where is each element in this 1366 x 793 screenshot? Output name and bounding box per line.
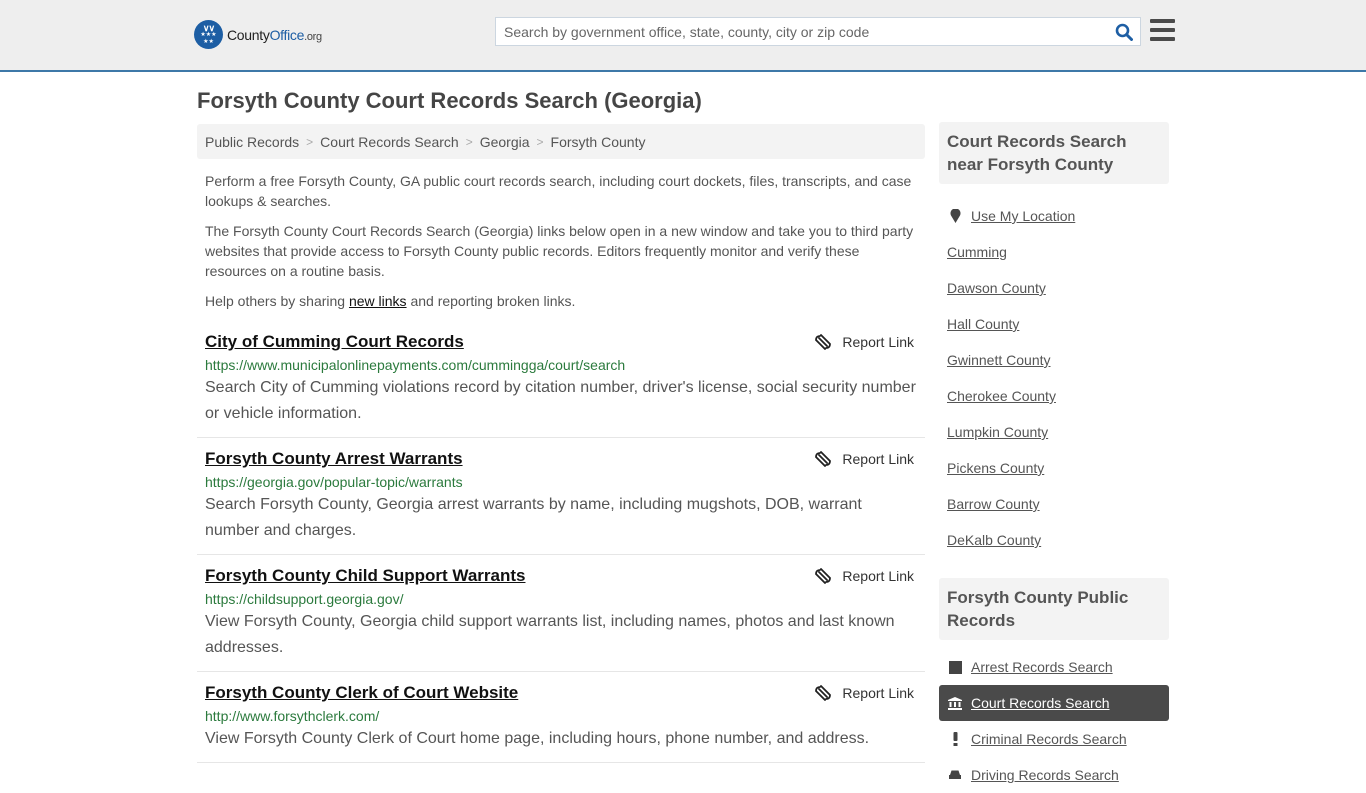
sidebar-item-label[interactable]: Driving Records Search (971, 767, 1119, 783)
menu-bar (1150, 37, 1175, 41)
result-title-link[interactable]: Forsyth County Child Support Warrants (205, 565, 525, 587)
exclamation-icon (947, 732, 963, 746)
sidebar-item-driving-records[interactable]: Driving Records Search (939, 757, 1169, 793)
nearby-item-label[interactable]: Lumpkin County (947, 424, 1048, 440)
intro-paragraph-1: Perform a free Forsyth County, GA public… (205, 173, 912, 209)
sidebar-item-label[interactable]: Criminal Records Search (971, 731, 1127, 747)
nearby-item-dekalb-county[interactable]: DeKalb County (939, 522, 1169, 558)
nearby-item-label[interactable]: DeKalb County (947, 532, 1041, 548)
broken-link-icon (815, 334, 832, 350)
logo-text-office: Office (269, 26, 305, 43)
map-marker-icon (947, 209, 963, 223)
sidebar-item-arrest-records[interactable]: Arrest Records Search (939, 649, 1169, 685)
result-description: View Forsyth County, Georgia child suppo… (205, 613, 895, 656)
nearby-item-label[interactable]: Pickens County (947, 460, 1044, 476)
square-icon (947, 660, 963, 674)
sidebar-item-label[interactable]: Arrest Records Search (971, 659, 1113, 675)
sidebar: Court Records Search near Forsyth County… (939, 122, 1169, 793)
result-url: http://www.forsythclerk.com/ (205, 708, 380, 724)
public-records-list: Arrest Records Search Court Records Sear… (939, 649, 1169, 793)
report-link-button[interactable]: Report Link (815, 334, 914, 350)
page-title: Forsyth County Court Records Search (Geo… (197, 88, 702, 113)
report-link-label: Report Link (842, 451, 914, 467)
result-description: Search Forsyth County, Georgia arrest wa… (205, 496, 862, 539)
logo-text-county: County (227, 26, 270, 43)
nearby-item-label[interactable]: Dawson County (947, 280, 1046, 296)
result-url: https://georgia.gov/popular-topic/warran… (205, 474, 463, 490)
nearby-item-label[interactable]: Gwinnett County (947, 352, 1051, 368)
nearby-item-label[interactable]: Cumming (947, 244, 1007, 260)
intro-text: Perform a free Forsyth County, GA public… (197, 171, 925, 311)
sidebar-item-label[interactable]: Court Records Search (971, 695, 1110, 711)
site-logo[interactable]: ∨∨ ★★★ ★★ CountyOffice.org (194, 20, 322, 49)
result-item: Forsyth County Child Support Warrants Re… (197, 555, 925, 672)
nearby-item-gwinnett-county[interactable]: Gwinnett County (939, 342, 1169, 378)
breadcrumb-court-records-search[interactable]: Court Records Search (320, 134, 459, 150)
logo-wordmark: CountyOffice.org (227, 27, 322, 43)
result-title-link[interactable]: Forsyth County Clerk of Court Website (205, 682, 518, 704)
search-button[interactable] (1108, 18, 1140, 45)
nearby-item-cherokee-county[interactable]: Cherokee County (939, 378, 1169, 414)
report-link-label: Report Link (842, 685, 914, 701)
nearby-item-barrow-county[interactable]: Barrow County (939, 486, 1169, 522)
site-header: ∨∨ ★★★ ★★ CountyOffice.org (0, 0, 1366, 72)
report-link-label: Report Link (842, 334, 914, 350)
main-content: Public Records > Court Records Search > … (197, 124, 925, 763)
report-link-label: Report Link (842, 568, 914, 584)
result-item: Forsyth County Arrest Warrants Report Li… (197, 438, 925, 555)
intro-paragraph-2: The Forsyth County Court Records Search … (205, 223, 914, 279)
search-icon (1115, 23, 1133, 41)
eagle-emblem-icon: ∨∨ ★★★ ★★ (194, 20, 223, 49)
result-url: https://childsupport.georgia.gov/ (205, 591, 404, 607)
public-records-heading: Forsyth County Public Records (939, 578, 1169, 640)
nearby-item-label[interactable]: Barrow County (947, 496, 1040, 512)
result-title-link[interactable]: City of Cumming Court Records (205, 331, 464, 353)
breadcrumb: Public Records > Court Records Search > … (197, 124, 925, 159)
result-item: Forsyth County Clerk of Court Website Re… (197, 672, 925, 763)
broken-link-icon (815, 451, 832, 467)
breadcrumb-separator: > (306, 134, 314, 149)
breadcrumb-public-records[interactable]: Public Records (205, 134, 299, 150)
nearby-item-label[interactable]: Cherokee County (947, 388, 1056, 404)
intro-text-before: Help others by sharing (205, 293, 349, 309)
result-url: https://www.municipalonlinepayments.com/… (205, 357, 626, 373)
nearby-heading: Court Records Search near Forsyth County (939, 122, 1169, 184)
intro-text-after: and reporting broken links. (406, 293, 576, 309)
menu-bar (1150, 28, 1175, 32)
nearby-item-cumming[interactable]: Cumming (939, 234, 1169, 270)
nearby-item-hall-county[interactable]: Hall County (939, 306, 1169, 342)
car-icon (947, 769, 963, 781)
sidebar-item-court-records[interactable]: Court Records Search (939, 685, 1169, 721)
report-link-button[interactable]: Report Link (815, 451, 914, 467)
new-links-link[interactable]: new links (349, 293, 407, 309)
result-description: Search City of Cumming violations record… (205, 379, 916, 422)
breadcrumb-separator: > (465, 134, 473, 149)
search-input[interactable] (496, 18, 1108, 45)
breadcrumb-separator: > (536, 134, 544, 149)
broken-link-icon (815, 685, 832, 701)
logo-text-suffix: .org (304, 30, 322, 43)
nearby-item-lumpkin-county[interactable]: Lumpkin County (939, 414, 1169, 450)
sidebar-item-criminal-records[interactable]: Criminal Records Search (939, 721, 1169, 757)
results-list: City of Cumming Court Records Report Lin… (197, 321, 925, 763)
result-description: View Forsyth County Clerk of Court home … (205, 730, 870, 747)
nearby-item-pickens-county[interactable]: Pickens County (939, 450, 1169, 486)
report-link-button[interactable]: Report Link (815, 685, 914, 701)
search-box (495, 17, 1141, 46)
courthouse-icon (947, 696, 963, 710)
result-title-link[interactable]: Forsyth County Arrest Warrants (205, 448, 463, 470)
nearby-item-dawson-county[interactable]: Dawson County (939, 270, 1169, 306)
hamburger-menu-button[interactable] (1150, 19, 1175, 41)
nearby-list: Use My Location Cumming Dawson County Ha… (939, 198, 1169, 558)
nearby-item-label[interactable]: Hall County (947, 316, 1019, 332)
breadcrumb-georgia[interactable]: Georgia (480, 134, 530, 150)
use-my-location-link[interactable]: Use My Location (939, 198, 1169, 234)
use-my-location-label[interactable]: Use My Location (971, 208, 1075, 224)
breadcrumb-forsyth-county[interactable]: Forsyth County (551, 134, 646, 150)
result-item: City of Cumming Court Records Report Lin… (197, 321, 925, 438)
report-link-button[interactable]: Report Link (815, 568, 914, 584)
intro-paragraph-3: Help others by sharing new links and rep… (205, 291, 917, 311)
broken-link-icon (815, 568, 832, 584)
menu-bar (1150, 19, 1175, 23)
